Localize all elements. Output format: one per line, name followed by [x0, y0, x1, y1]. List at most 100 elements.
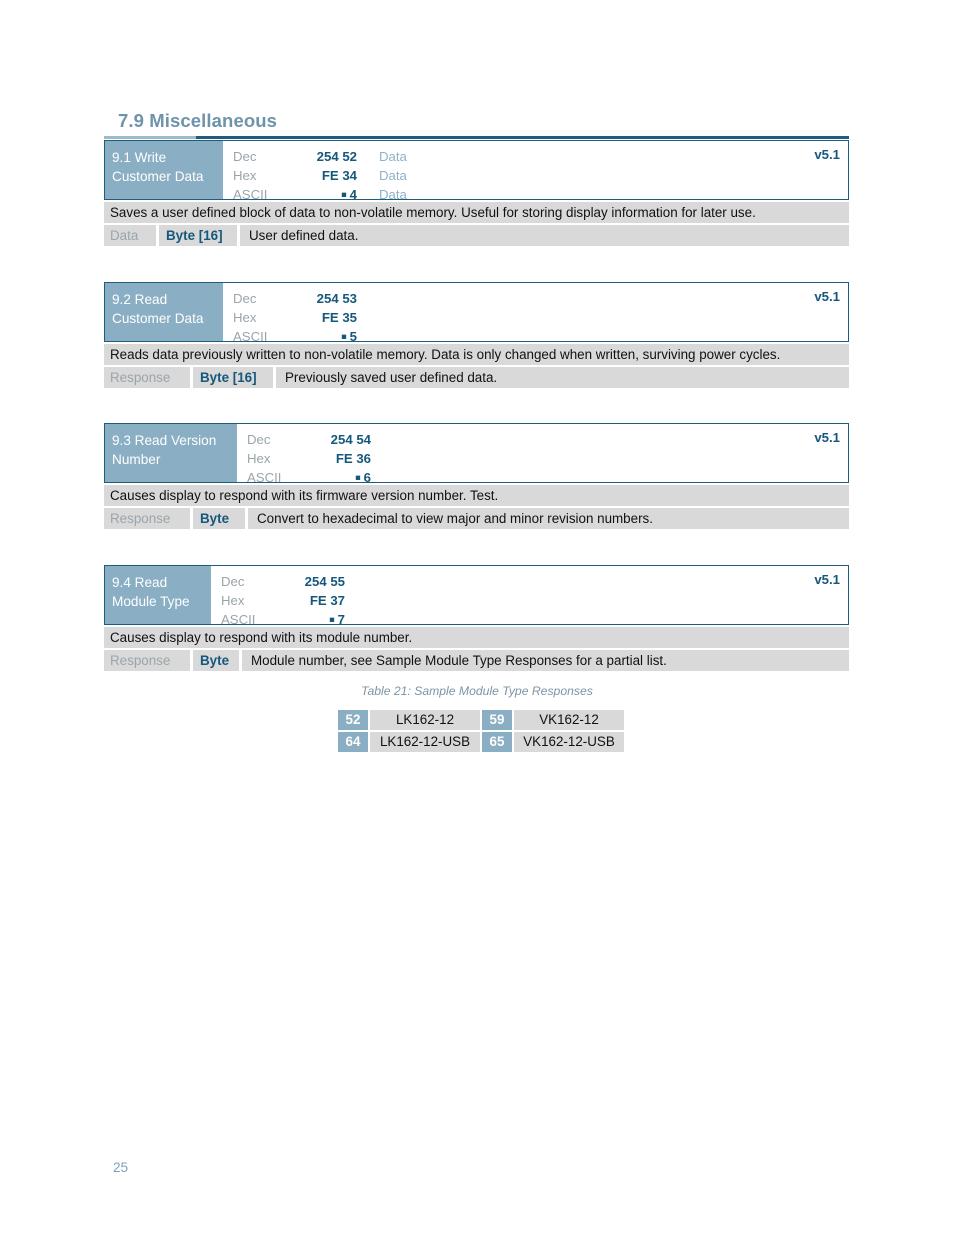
- module-name-cell: LK162-12: [370, 710, 482, 732]
- ascii-square-icon: ■: [341, 331, 350, 342]
- encoding-format-label: Hex: [233, 168, 257, 183]
- command-version: v5.1: [814, 289, 840, 304]
- encoding-row: Hex FE 37: [221, 591, 345, 610]
- encoding-argument: Data: [379, 168, 407, 183]
- command-version: v5.1: [814, 430, 840, 445]
- encoding-value: FE 35: [321, 310, 357, 325]
- encoding-value: 254 53: [316, 291, 357, 306]
- module-code-cell: 59: [482, 710, 514, 732]
- encoding-value: 4: [349, 187, 357, 202]
- encoding-format-label: Hex: [247, 451, 271, 466]
- encoding-row: Dec 254 55: [221, 572, 345, 591]
- encoding-format-label: Dec: [247, 432, 271, 447]
- command-parameter-row: Data Byte [16] User defined data.: [104, 225, 849, 246]
- command-parameter-row: Response Byte [16] Previously saved user d…: [104, 367, 849, 388]
- command-description: Reads data previously written to non-vol…: [104, 344, 849, 365]
- encoding-row: ASCII ■5: [233, 327, 357, 346]
- command-block: 9.3 Read Version Number Dec 254 54 Hex FE 36…: [104, 423, 849, 529]
- heading-divider-right: [196, 136, 849, 139]
- command-header: 9.2 Read Customer Data Dec 254 53 Hex FE 35 A…: [104, 282, 849, 344]
- command-block: 9.1 Write Customer Data Dec 254 52 Data Hex F…: [104, 140, 849, 246]
- encoding-row: Hex FE 36: [247, 449, 371, 468]
- module-name-cell: VK162-12-USB: [514, 732, 624, 752]
- command-encodings: Dec 254 55 Hex FE 37 ASCII ■7: [221, 566, 345, 627]
- encoding-value: 254 52: [316, 149, 357, 164]
- parameter-type: Byte [16]: [159, 225, 237, 246]
- parameter-description: Previously saved user defined data.: [276, 367, 849, 388]
- module-code-cell: 64: [338, 732, 370, 752]
- command-encodings: Dec 254 54 Hex FE 36 ASCII ■6: [247, 424, 371, 485]
- encoding-value-ascii: ■5: [289, 327, 357, 347]
- command-header: 9.1 Write Customer Data Dec 254 52 Data Hex F…: [104, 140, 849, 202]
- module-code-cell: 65: [482, 732, 514, 752]
- encoding-value-ascii: ■4: [289, 185, 357, 205]
- parameter-type: Byte: [193, 508, 245, 529]
- command-header: 9.3 Read Version Number Dec 254 54 Hex FE 36…: [104, 423, 849, 485]
- encoding-value: FE 36: [335, 451, 371, 466]
- encoding-value: FE 37: [309, 593, 345, 608]
- page-number: 25: [113, 1160, 129, 1175]
- encoding-format-label: ASCII: [247, 470, 282, 485]
- encoding-format-label: ASCII: [221, 612, 256, 627]
- parameter-type: Byte: [193, 650, 239, 671]
- parameter-name: Response: [104, 650, 190, 671]
- encoding-row: ASCII ■6: [247, 468, 371, 487]
- command-description: Causes display to respond with its modul…: [104, 627, 849, 648]
- encoding-row: Dec 254 53: [233, 289, 357, 308]
- encoding-format-label: Hex: [233, 310, 257, 325]
- parameter-name: Response: [104, 367, 190, 388]
- encoding-value: 5: [349, 329, 357, 344]
- command-encodings: Dec 254 52 Data Hex FE 34 Data ASCII ■4 Data: [233, 141, 407, 202]
- encoding-format-label: Dec: [233, 291, 257, 306]
- section-heading: 7.9 Miscellaneous: [118, 110, 278, 131]
- command-block: 9.2 Read Customer Data Dec 254 53 Hex FE 35 A…: [104, 282, 849, 388]
- module-code-cell: 52: [338, 710, 370, 732]
- encoding-value: 254 55: [304, 574, 345, 589]
- parameter-name: Data: [104, 225, 156, 246]
- command-description: Saves a user defined block of data to no…: [104, 202, 849, 223]
- encoding-row: Dec 254 52 Data: [233, 147, 407, 166]
- encoding-format-label: Hex: [221, 593, 245, 608]
- document-page: 7.9 Miscellaneous 9.1 Write Customer Dat…: [0, 0, 954, 1235]
- encoding-value: FE 34: [321, 168, 357, 183]
- heading-divider-left: [104, 136, 196, 139]
- encoding-format-label: Dec: [233, 149, 257, 164]
- encoding-value: 254 54: [330, 432, 371, 447]
- command-block: 9.4 Read Module Type Dec 254 55 Hex FE 37 ASC…: [104, 565, 849, 671]
- command-encodings: Dec 254 53 Hex FE 35 ASCII ■5: [233, 283, 357, 344]
- module-name-cell: VK162-12: [514, 710, 624, 732]
- encoding-row: ASCII ■4 Data: [233, 185, 407, 204]
- encoding-value: 6: [363, 470, 371, 485]
- command-name: 9.4 Read Module Type: [105, 566, 211, 624]
- parameter-description: Module number, see Sample Module Type Re…: [242, 650, 849, 671]
- parameter-description: User defined data.: [240, 225, 849, 246]
- encoding-argument: Data: [379, 187, 407, 202]
- encoding-argument: Data: [379, 149, 407, 164]
- parameter-type: Byte [16]: [193, 367, 273, 388]
- encoding-row: Hex FE 34 Data: [233, 166, 407, 185]
- ascii-square-icon: ■: [341, 189, 350, 200]
- command-name: 9.3 Read Version Number: [105, 424, 237, 482]
- parameter-description: Convert to hexadecimal to view major and…: [248, 508, 849, 529]
- table-row: 52 LK162-12 59 VK162-12: [338, 710, 624, 732]
- module-type-table: 52 LK162-12 59 VK162-12 64 LK162-12-USB 65 VK16…: [338, 710, 624, 752]
- encoding-value-ascii: ■7: [277, 610, 345, 630]
- command-name: 9.2 Read Customer Data: [105, 283, 223, 341]
- module-name-cell: LK162-12-USB: [370, 732, 482, 752]
- command-name: 9.1 Write Customer Data: [105, 141, 223, 199]
- encoding-row: Hex FE 35: [233, 308, 357, 327]
- command-description: Causes display to respond with its firmw…: [104, 485, 849, 506]
- table-caption: Table 21: Sample Module Type Responses: [361, 684, 593, 698]
- command-header: 9.4 Read Module Type Dec 254 55 Hex FE 37 ASC…: [104, 565, 849, 627]
- encoding-format-label: ASCII: [233, 329, 268, 344]
- encoding-format-label: ASCII: [233, 187, 268, 202]
- command-version: v5.1: [814, 147, 840, 162]
- ascii-square-icon: ■: [329, 614, 338, 625]
- encoding-value: 7: [337, 612, 345, 627]
- ascii-square-icon: ■: [355, 472, 364, 483]
- command-version: v5.1: [814, 572, 840, 587]
- heading-divider: [104, 136, 849, 139]
- encoding-row: ASCII ■7: [221, 610, 345, 629]
- encoding-row: Dec 254 54: [247, 430, 371, 449]
- command-parameter-row: Response Byte Convert to hexadecimal to vi…: [104, 508, 849, 529]
